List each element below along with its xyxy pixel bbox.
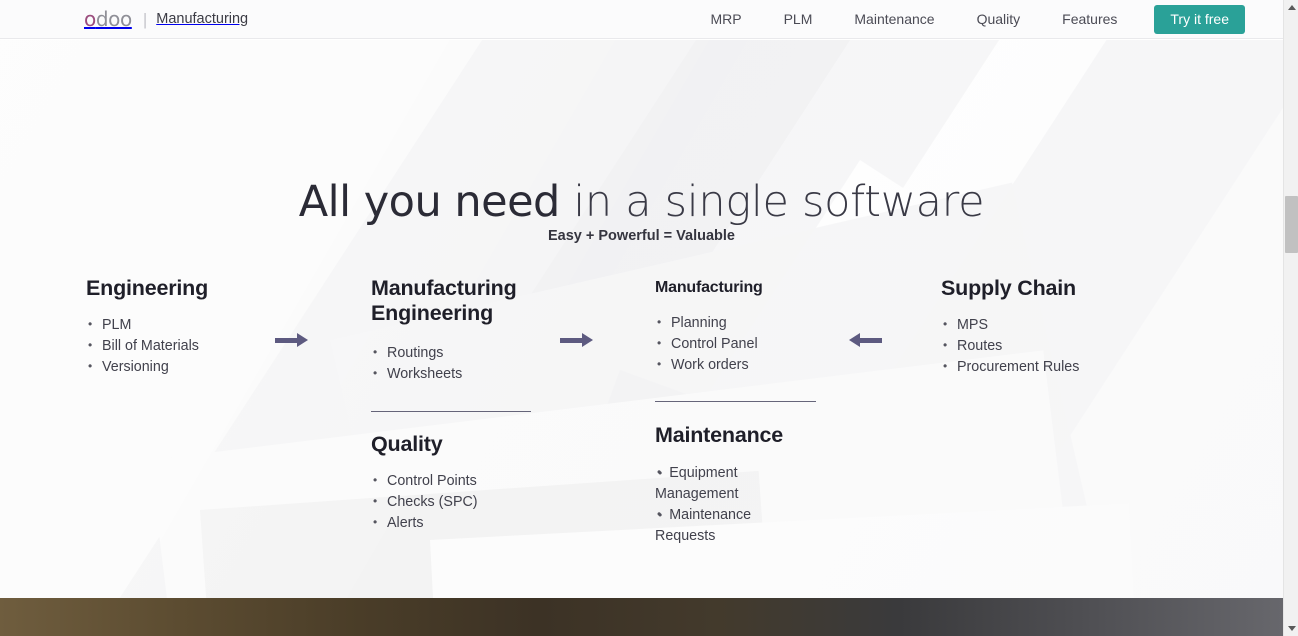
- section-divider: [371, 410, 531, 412]
- list-item: Routings: [371, 342, 536, 364]
- list-item: Control Panel: [655, 333, 820, 355]
- flow-column-manufacturing-engineering: Manufacturing Engineering Routings Works…: [371, 276, 536, 534]
- primary-nav: MRP PLM Maintenance Quality Features Try…: [689, 0, 1283, 39]
- nav-item-plm[interactable]: PLM: [763, 0, 834, 39]
- next-section-strip: [0, 598, 1283, 636]
- list-item: PLM: [86, 314, 266, 336]
- list-item-label: Maintenance Requests: [655, 506, 752, 544]
- scroll-down-button[interactable]: [1284, 621, 1298, 636]
- nav-item-mrp[interactable]: MRP: [689, 0, 762, 39]
- column-title-engineering: Engineering: [86, 276, 209, 300]
- browser-viewport: odoo | Manufacturing MRP PLM Maintenance…: [0, 0, 1298, 636]
- list-item: Versioning: [86, 356, 266, 378]
- bullet-icon: •: [658, 507, 663, 522]
- list-item: Worksheets: [371, 363, 536, 385]
- list-item: •Maintenance Requests: [655, 504, 815, 547]
- column-title-quality: Quality: [371, 431, 443, 456]
- arrow-shaft: [858, 338, 882, 343]
- flow-column-supply-chain: Supply Chain MPS Routes Procurement Rule…: [941, 276, 1141, 378]
- arrow-shaft: [560, 338, 584, 343]
- column-title-manufacturing: Manufacturing: [655, 279, 763, 296]
- arrow-head-right-icon: [297, 333, 308, 347]
- column-title-supply-chain: Supply Chain: [941, 276, 1076, 300]
- list-item: Work orders: [655, 354, 820, 376]
- capability-flow-diagram: Engineering PLM Bill of Materials Versio…: [0, 40, 1283, 598]
- odoo-logo: odoo: [84, 9, 132, 29]
- chevron-up-icon: [1287, 5, 1296, 10]
- scroll-up-button[interactable]: [1284, 0, 1298, 15]
- brand-link[interactable]: odoo | Manufacturing: [84, 9, 248, 29]
- list-item: Procurement Rules: [941, 356, 1141, 378]
- feature-list-engineering: PLM Bill of Materials Versioning: [86, 314, 266, 378]
- list-item: Planning: [655, 312, 820, 334]
- hero-section: All you need in a single software Easy +…: [0, 40, 1283, 598]
- feature-list-quality: Control Points Checks (SPC) Alerts: [371, 470, 536, 534]
- arrow-head-right-icon: [582, 333, 593, 347]
- nav-item-quality[interactable]: Quality: [956, 0, 1042, 39]
- section-divider: [655, 401, 816, 403]
- scrollbar-thumb[interactable]: [1285, 196, 1298, 253]
- chevron-down-icon: [1287, 626, 1296, 631]
- feature-list-manufacturing: Planning Control Panel Work orders: [655, 312, 820, 376]
- arrow-engineering-to-manufacturing-engineering: [275, 333, 311, 347]
- brand-separator: |: [142, 9, 148, 29]
- odoo-logo-rest: doo: [95, 7, 132, 31]
- feature-list-maintenance: •Equipment Management •Maintenance Reque…: [655, 462, 815, 547]
- feature-list-supply-chain: MPS Routes Procurement Rules: [941, 314, 1141, 378]
- list-item-label: Equipment Management: [655, 464, 739, 502]
- vertical-scrollbar[interactable]: [1283, 0, 1298, 636]
- arrow-shaft: [275, 338, 299, 343]
- flow-column-manufacturing: Manufacturing Planning Control Panel Wor…: [655, 278, 820, 547]
- bullet-icon: •: [658, 465, 663, 480]
- list-item: Bill of Materials: [86, 335, 266, 357]
- try-it-free-button[interactable]: Try it free: [1154, 4, 1245, 34]
- nav-item-features[interactable]: Features: [1041, 0, 1138, 39]
- odoo-logo-first-letter: o: [84, 7, 96, 31]
- column-title-manufacturing-engineering: Manufacturing Engineering: [371, 276, 517, 326]
- list-item: Control Points: [371, 470, 536, 492]
- list-item: Routes: [941, 335, 1141, 357]
- site-header: odoo | Manufacturing MRP PLM Maintenance…: [0, 0, 1283, 39]
- brand-app-name: Manufacturing: [156, 10, 249, 27]
- feature-list-manufacturing-engineering: Routings Worksheets: [371, 342, 536, 385]
- nav-item-maintenance[interactable]: Maintenance: [833, 0, 955, 39]
- list-item: Alerts: [371, 512, 536, 534]
- arrow-head-left-icon: [849, 333, 860, 347]
- column-title-maintenance: Maintenance: [655, 423, 784, 448]
- list-item: MPS: [941, 314, 1141, 336]
- list-item: •Equipment Management: [655, 462, 815, 505]
- arrow-supply-chain-to-manufacturing: [846, 333, 882, 347]
- list-item: Checks (SPC): [371, 491, 536, 513]
- flow-column-engineering: Engineering PLM Bill of Materials Versio…: [86, 276, 266, 378]
- arrow-manufacturing-engineering-to-manufacturing: [560, 333, 596, 347]
